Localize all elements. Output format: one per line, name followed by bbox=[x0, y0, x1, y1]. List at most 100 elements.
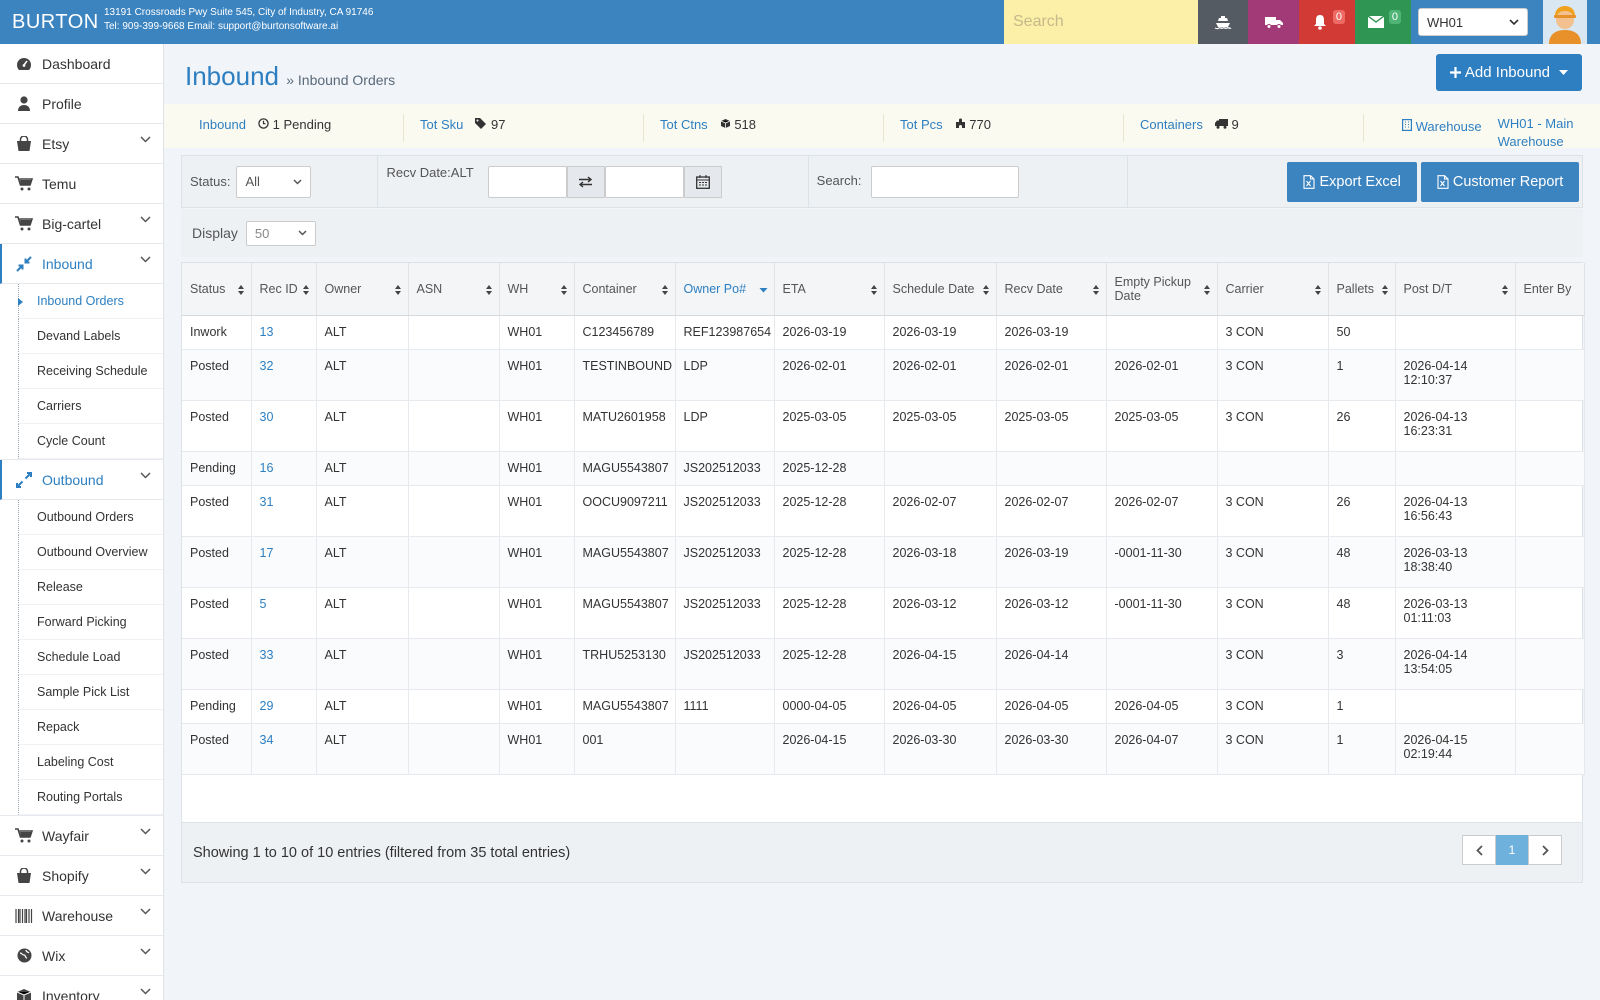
sidebar-subitem-forward-picking[interactable]: Forward Picking bbox=[18, 605, 163, 640]
sidebar-item-inventory[interactable]: Inventory bbox=[0, 976, 163, 1000]
warehouse-select[interactable]: WH01 bbox=[1418, 8, 1528, 36]
sidebar-subitem-receiving-schedule[interactable]: Receiving Schedule bbox=[18, 354, 163, 389]
column-header[interactable]: Schedule Date bbox=[884, 263, 997, 316]
rec-id-link[interactable]: 17 bbox=[260, 546, 274, 560]
rec-id-link[interactable]: 32 bbox=[260, 359, 274, 373]
table-row[interactable]: Posted 31 ALT WH01 OOCU9097211 JS202512033 202… bbox=[182, 485, 1585, 537]
messages-button[interactable]: 0 bbox=[1355, 0, 1411, 44]
table-cell bbox=[1217, 451, 1329, 486]
column-header[interactable]: Post D/T bbox=[1395, 263, 1516, 316]
sidebar-item-big-cartel[interactable]: Big-cartel bbox=[0, 204, 163, 244]
user-avatar[interactable] bbox=[1543, 0, 1587, 44]
stat-sku-label[interactable]: Tot Sku bbox=[420, 117, 463, 142]
sidebar-item-wix[interactable]: Wix bbox=[0, 936, 163, 976]
stat-ctns-label[interactable]: Tot Ctns bbox=[660, 117, 708, 142]
sidebar-subitem-outbound-overview[interactable]: Outbound Overview bbox=[18, 535, 163, 570]
sidebar-item-wayfair[interactable]: Wayfair bbox=[0, 816, 163, 856]
table-row[interactable]: Posted 33 ALT WH01 TRHU5253130 JS202512033 202… bbox=[182, 638, 1585, 690]
sidebar-item-temu[interactable]: Temu bbox=[0, 164, 163, 204]
stat-inbound-label[interactable]: Inbound bbox=[199, 117, 246, 142]
table-row[interactable]: Pending 29 ALT WH01 MAGU5543807 1111 0000-04-0… bbox=[182, 689, 1585, 724]
ship-button[interactable] bbox=[1198, 0, 1248, 44]
column-header[interactable]: Pallets bbox=[1328, 263, 1396, 316]
cube-icon bbox=[720, 119, 730, 128]
sidebar-subitem-labeling-cost[interactable]: Labeling Cost bbox=[18, 745, 163, 780]
rec-id-link[interactable]: 34 bbox=[260, 733, 274, 747]
stat-pcs-label[interactable]: Tot Pcs bbox=[900, 117, 943, 142]
sidebar-subitem-release[interactable]: Release bbox=[18, 570, 163, 605]
rec-id-link[interactable]: 16 bbox=[260, 461, 274, 475]
rec-id-link[interactable]: 13 bbox=[260, 325, 274, 339]
display-count-select[interactable]: 50 bbox=[245, 220, 316, 246]
table-cell: 2025-03-05 bbox=[996, 400, 1107, 452]
sidebar-item-etsy[interactable]: Etsy bbox=[0, 124, 163, 164]
sidebar-item-outbound[interactable]: Outbound bbox=[0, 460, 163, 500]
stat-containers-label[interactable]: Containers bbox=[1140, 117, 1203, 142]
sidebar-item-warehouse[interactable]: Warehouse bbox=[0, 896, 163, 936]
table-search-input[interactable] bbox=[871, 165, 1020, 198]
table-row[interactable]: Posted 32 ALT WH01 TESTINBOUND LDP 2026-02-01 2… bbox=[182, 349, 1585, 401]
sidebar-subitem-inbound-orders[interactable]: Inbound Orders bbox=[18, 284, 163, 319]
table-cell: WH01 bbox=[499, 638, 575, 690]
sidebar-item-dashboard[interactable]: Dashboard bbox=[0, 44, 163, 84]
column-header[interactable]: Owner Po# bbox=[675, 263, 775, 316]
column-header[interactable]: Status bbox=[182, 263, 252, 316]
sort-icon bbox=[1203, 284, 1211, 296]
column-header[interactable]: Recv Date bbox=[996, 263, 1107, 316]
status-filter-select[interactable]: All bbox=[236, 165, 312, 198]
export-excel-button[interactable]: Export Excel bbox=[1287, 161, 1417, 202]
sidebar-subitem-schedule-load[interactable]: Schedule Load bbox=[18, 640, 163, 675]
sidebar-item-profile[interactable]: Profile bbox=[0, 84, 163, 124]
table-cell: 2026-04-15 bbox=[884, 638, 997, 690]
next-page-button[interactable] bbox=[1528, 835, 1562, 865]
sidebar-subitem-cycle-count[interactable]: Cycle Count bbox=[18, 424, 163, 459]
recv-date-from-input[interactable] bbox=[487, 165, 567, 198]
table-row[interactable]: Inwork 13 ALT WH01 C123456789 REF123987654 202… bbox=[182, 315, 1585, 350]
column-header[interactable]: ETA bbox=[774, 263, 885, 316]
rec-id-link[interactable]: 5 bbox=[260, 597, 267, 611]
rec-id-link[interactable]: 30 bbox=[260, 410, 274, 424]
customer-report-button[interactable]: Customer Report bbox=[1420, 161, 1580, 202]
date-swap-button[interactable] bbox=[566, 165, 605, 198]
breadcrumb[interactable]: » Inbound Orders bbox=[286, 72, 395, 88]
page-1-button[interactable]: 1 bbox=[1496, 835, 1528, 865]
global-search-input[interactable] bbox=[1013, 13, 1198, 31]
column-header[interactable]: WH bbox=[499, 263, 575, 316]
add-inbound-button[interactable]: Add Inbound bbox=[1435, 54, 1582, 91]
prev-page-button[interactable] bbox=[1462, 835, 1496, 865]
inbound-orders-table: Status Rec ID Owner ASN WH Container Owner Po#… bbox=[181, 262, 1585, 882]
column-header[interactable]: Owner bbox=[316, 263, 409, 316]
column-header[interactable]: ASN bbox=[408, 263, 500, 316]
recv-date-to-input[interactable] bbox=[604, 165, 684, 198]
table-row[interactable]: Posted 5 ALT WH01 MAGU5543807 JS202512033 2025… bbox=[182, 587, 1585, 639]
sidebar-subitem-carriers[interactable]: Carriers bbox=[18, 389, 163, 424]
column-header[interactable]: Empty Pickup Date bbox=[1106, 263, 1218, 316]
table-cell: Posted bbox=[182, 400, 252, 452]
truck-button[interactable] bbox=[1248, 0, 1299, 44]
global-search[interactable] bbox=[1004, 0, 1198, 44]
sidebar-subitem-devand-labels[interactable]: Devand Labels bbox=[18, 319, 163, 354]
column-header-label: Owner Po# bbox=[683, 281, 747, 296]
sidebar-subitem-routing-portals[interactable]: Routing Portals bbox=[18, 780, 163, 815]
sidebar-subitem-outbound-orders[interactable]: Outbound Orders bbox=[18, 500, 163, 535]
table-row[interactable]: Posted 17 ALT WH01 MAGU5543807 JS202512033 202… bbox=[182, 536, 1585, 588]
stat-warehouse-value[interactable]: WH01 - Main Warehouse bbox=[1498, 115, 1588, 149]
column-header[interactable]: Carrier bbox=[1217, 263, 1329, 316]
rec-id-link[interactable]: 33 bbox=[260, 648, 274, 662]
table-cell bbox=[1106, 638, 1218, 690]
column-header[interactable]: Container bbox=[574, 263, 676, 316]
rec-id-link[interactable]: 29 bbox=[260, 699, 274, 713]
sidebar-subitem-sample-pick-list[interactable]: Sample Pick List bbox=[18, 675, 163, 710]
column-header[interactable]: Rec ID bbox=[251, 263, 317, 316]
table-row[interactable]: Pending 16 ALT WH01 MAGU5543807 JS202512033 20… bbox=[182, 451, 1585, 486]
brand-logo[interactable]: BURTON bbox=[0, 0, 104, 44]
notifications-button[interactable]: 0 bbox=[1299, 0, 1355, 44]
sidebar-subitem-repack[interactable]: Repack bbox=[18, 710, 163, 745]
sidebar-item-inbound[interactable]: Inbound bbox=[0, 244, 163, 284]
column-header[interactable]: Enter By bbox=[1515, 263, 1585, 316]
table-row[interactable]: Posted 30 ALT WH01 MATU2601958 LDP 2025-03-05 2… bbox=[182, 400, 1585, 452]
rec-id-link[interactable]: 31 bbox=[260, 495, 274, 509]
sidebar-item-shopify[interactable]: Shopify bbox=[0, 856, 163, 896]
table-row[interactable]: Posted 34 ALT WH01 001 2026-04-15 2026-03-30 20… bbox=[182, 723, 1585, 775]
calendar-button[interactable] bbox=[683, 165, 722, 198]
